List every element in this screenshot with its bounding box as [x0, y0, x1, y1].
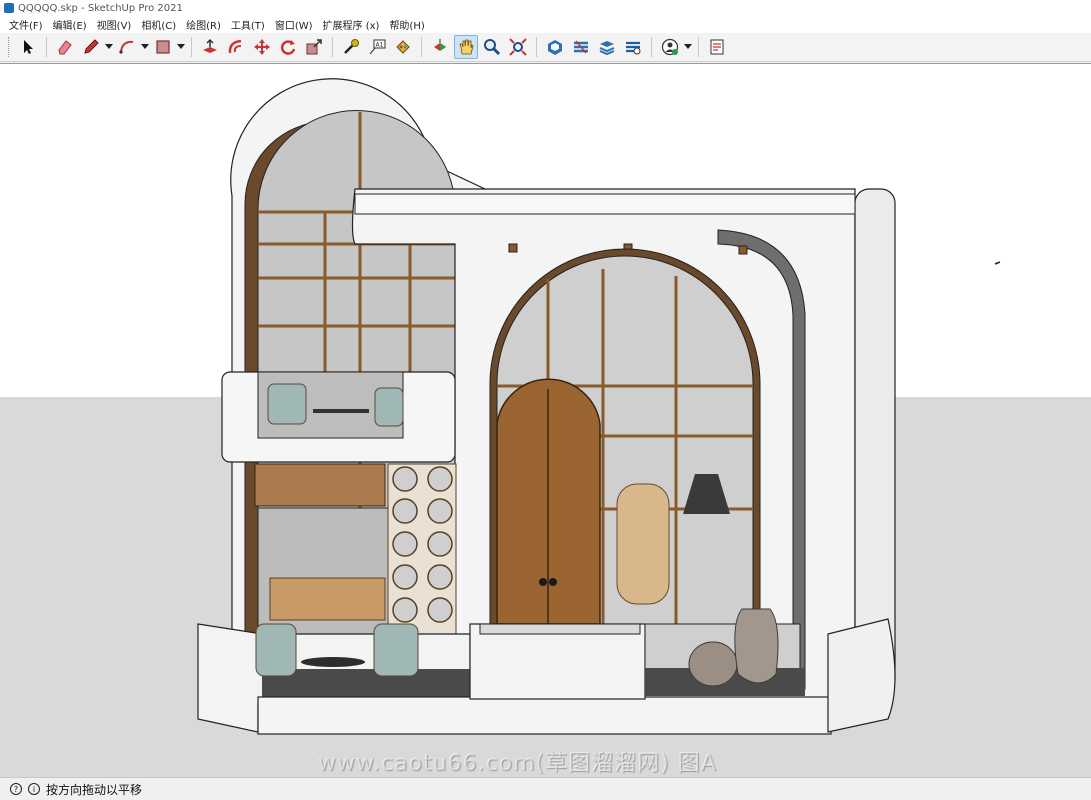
vase-small — [688, 641, 738, 687]
wall-lamp — [508, 243, 518, 253]
rectangle-dropdown-chevron-icon[interactable] — [176, 35, 186, 59]
vase-large — [734, 608, 779, 684]
geolocation-status-icon[interactable]: ? — [10, 783, 22, 795]
status-hint: 按方向拖动以平移 — [46, 782, 143, 797]
menu-edit[interactable]: 编辑(E) — [48, 17, 92, 32]
toolbar-grip[interactable] — [8, 37, 11, 57]
menu-help[interactable]: 帮助(H) — [384, 17, 429, 32]
text-icon[interactable]: A1 — [365, 35, 389, 59]
profile-icon[interactable] — [658, 35, 682, 59]
menu-view[interactable]: 视图(V) — [92, 17, 137, 32]
layout-icon[interactable] — [595, 35, 619, 59]
toolbar-separator — [191, 37, 192, 57]
right-pillar — [854, 188, 896, 695]
pan-icon[interactable] — [454, 35, 478, 59]
toolbar-separator — [536, 37, 537, 57]
sketchup-app-icon — [4, 3, 14, 13]
report-icon[interactable] — [705, 35, 729, 59]
stray-edge — [994, 261, 1001, 265]
menu-draw[interactable]: 绘图(R) — [181, 17, 226, 32]
toolbar-separator — [332, 37, 333, 57]
menu-window[interactable]: 窗口(W) — [270, 17, 318, 32]
menu-camera[interactable]: 相机(C) — [136, 17, 181, 32]
tape-measure-icon[interactable] — [339, 35, 363, 59]
model-viewport[interactable]: www.caotu66.com(草图溜溜网) 图A — [0, 63, 1091, 777]
menu-bar: 文件(F) 编辑(E) 视图(V) 相机(C) 绘图(R) 工具(T) 窗口(W… — [0, 16, 1091, 33]
arc-icon[interactable] — [115, 35, 139, 59]
move-icon[interactable] — [250, 35, 274, 59]
window-title: QQQQQ.skp - SketchUp Pro 2021 — [18, 2, 183, 14]
eraser-icon[interactable] — [53, 35, 77, 59]
select-icon[interactable] — [16, 35, 40, 59]
wall-lamp — [738, 245, 748, 255]
planter-top — [479, 623, 641, 635]
rectangle-icon[interactable] — [151, 35, 175, 59]
patio-table — [301, 657, 365, 667]
door-handle — [539, 578, 547, 586]
front-slab — [257, 696, 832, 735]
planter-box — [469, 623, 646, 700]
wood-band — [254, 463, 386, 507]
info-status-icon[interactable]: i — [28, 783, 40, 795]
rotate-icon[interactable] — [276, 35, 300, 59]
paint-bucket-icon[interactable] — [391, 35, 415, 59]
arc-dropdown-chevron-icon[interactable] — [140, 35, 150, 59]
extension-warehouse-icon[interactable] — [569, 35, 593, 59]
watermark-text: www.caotu66.com(草图溜溜网) 图A — [318, 751, 717, 776]
roof-parapet — [354, 193, 856, 215]
zoom-icon[interactable] — [480, 35, 504, 59]
house-model — [197, 78, 1001, 735]
zoom-extents-icon[interactable] — [506, 35, 530, 59]
orbit-icon[interactable] — [428, 35, 452, 59]
pencil-icon[interactable] — [79, 35, 103, 59]
toolbar-separator — [651, 37, 652, 57]
kitchen-counter — [269, 577, 386, 621]
warehouse-icon[interactable] — [543, 35, 567, 59]
offset-icon[interactable] — [224, 35, 248, 59]
main-toolbar: A1 — [0, 33, 1091, 62]
menu-tools[interactable]: 工具(T) — [226, 17, 270, 32]
extension-manager-icon[interactable] — [621, 35, 645, 59]
status-bar: ? i 按方向拖动以平移 — [0, 777, 1091, 800]
menu-extensions[interactable]: 扩展程序 (x) — [318, 17, 385, 32]
profile-dropdown-chevron-icon[interactable] — [683, 35, 693, 59]
toolbar-separator — [698, 37, 699, 57]
interior-door — [616, 483, 670, 605]
door-handle — [549, 578, 557, 586]
scale-icon[interactable] — [302, 35, 326, 59]
pencil-dropdown-chevron-icon[interactable] — [104, 35, 114, 59]
right-curved-wall — [827, 618, 896, 733]
title-bar: QQQQQ.skp - SketchUp Pro 2021 — [0, 0, 1091, 16]
toolbar-separator — [421, 37, 422, 57]
svg-text:A1: A1 — [376, 42, 384, 49]
toolbar-separator — [46, 37, 47, 57]
push-pull-icon[interactable] — [198, 35, 222, 59]
menu-file[interactable]: 文件(F) — [4, 17, 48, 32]
balcony-table — [313, 409, 369, 413]
